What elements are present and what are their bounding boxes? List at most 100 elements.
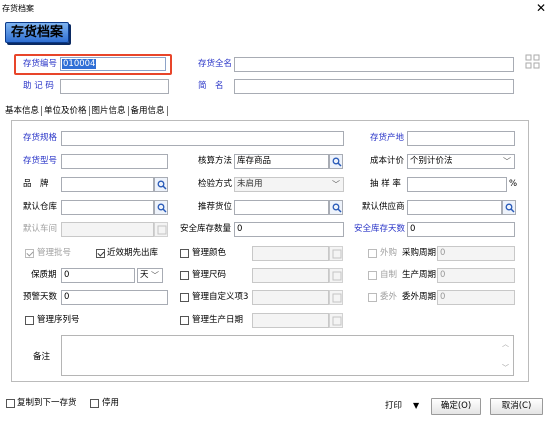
tab-divider (166, 105, 168, 116)
slot-lookup-button[interactable] (329, 200, 343, 215)
serial-checkbox[interactable] (25, 316, 34, 325)
serial-label: 管理序列号 (37, 315, 80, 325)
consign-checkbox[interactable] (368, 293, 377, 302)
inspect-mode-value: 未启用 (237, 179, 263, 189)
produce-cycle-label: 生产周期 (402, 270, 437, 280)
ok-button[interactable]: 确定(O) (431, 398, 481, 415)
tab-backup-info[interactable]: 备用信息 (130, 104, 166, 118)
origin-input[interactable] (407, 131, 515, 146)
tab-bar: 基本信息 单位及价格 图片信息 备用信息 (4, 104, 169, 118)
produce-cycle-input[interactable]: 0 (437, 268, 515, 283)
scroll-down-icon[interactable]: ﹀ (502, 363, 509, 373)
safe-stock-qty-input[interactable]: 0 (234, 222, 344, 237)
selfmade-checkbox[interactable] (368, 271, 377, 280)
default-workshop-input[interactable] (61, 222, 154, 237)
inspect-mode-select[interactable]: 未启用 ﹀ (234, 177, 344, 192)
safe-stock-qty-label: 安全库存数量 (180, 224, 232, 234)
default-warehouse-input[interactable] (61, 200, 154, 215)
grid-icon[interactable] (525, 54, 540, 69)
workshop-lookup-button[interactable] (154, 222, 168, 237)
copy-next-label: 复制到下一存货 (17, 398, 77, 408)
magnifier-icon (332, 157, 342, 167)
copy-next-checkbox[interactable] (6, 399, 15, 408)
ellipsis-icon (332, 293, 342, 303)
batch-checkbox[interactable] (25, 249, 34, 258)
magnifier-icon (157, 180, 167, 190)
ellipsis-icon (332, 271, 342, 281)
chevron-down-icon: ﹀ (151, 271, 159, 280)
print-dropdown-icon[interactable]: ▼ (413, 399, 419, 413)
supplier-lookup-button[interactable] (502, 200, 516, 215)
print-button[interactable]: 打印 (385, 399, 402, 413)
cost-method-select[interactable]: 个别计价法 ﹀ (407, 154, 515, 169)
shelf-unit-value: 天 (140, 270, 149, 280)
default-warehouse-label: 默认仓库 (23, 202, 58, 212)
shelf-unit-select[interactable]: 天 ﹀ (137, 268, 163, 283)
shelf-life-input[interactable]: 0 (61, 268, 135, 283)
brand-input[interactable] (61, 177, 154, 192)
tab-image-info[interactable]: 图片信息 (91, 104, 127, 118)
warehouse-lookup-button[interactable] (154, 200, 168, 215)
recommended-slot-label: 推荐货位 (198, 202, 233, 212)
custom-field-input[interactable] (252, 290, 329, 305)
production-date-input[interactable] (252, 313, 329, 328)
model-label: 存货型号 (23, 156, 58, 166)
title-bar: 存货档案 ✕ (0, 0, 554, 17)
default-supplier-input[interactable] (407, 200, 502, 215)
fifo-label: 近效期先出库 (107, 248, 159, 258)
color-input[interactable] (252, 246, 329, 261)
production-date-label: 管理生产日期 (192, 315, 244, 325)
warning-days-input[interactable]: 0 (61, 290, 168, 305)
tab-unit-price[interactable]: 单位及价格 (43, 104, 88, 118)
recommended-slot-input[interactable] (234, 200, 329, 215)
shelf-life-label: 保质期 (31, 270, 57, 280)
remark-label: 备注 (33, 352, 51, 362)
size-lookup-button[interactable] (329, 268, 343, 283)
custom-field-label: 管理自定义项3 (192, 292, 249, 302)
code-label: 存货编号 (23, 59, 58, 69)
brand-lookup-button[interactable] (154, 177, 168, 192)
mnemonic-input[interactable] (60, 79, 169, 94)
close-icon[interactable]: ✕ (536, 1, 546, 15)
warning-days-label: 预警天数 (23, 292, 58, 302)
outsource-label: 外购 (380, 248, 398, 258)
size-checkbox[interactable] (180, 271, 189, 280)
sample-rate-label: 抽 样 率 (370, 179, 401, 189)
purchase-cycle-input[interactable]: 0 (437, 246, 515, 261)
disable-checkbox[interactable] (90, 399, 99, 408)
safe-stock-days-input[interactable]: 0 (407, 222, 515, 237)
tab-divider (127, 105, 129, 116)
custom-field-checkbox[interactable] (180, 293, 189, 302)
consign-label: 委外 (380, 292, 398, 302)
model-input[interactable] (61, 154, 168, 169)
magnifier-icon (505, 203, 515, 213)
production-date-checkbox[interactable] (180, 316, 189, 325)
mnemonic-label: 助 记 码 (23, 81, 54, 91)
outsource-checkbox[interactable] (368, 249, 377, 258)
inspect-mode-label: 检验方式 (198, 179, 233, 189)
code-input[interactable]: 010004 (60, 57, 166, 71)
fifo-checkbox[interactable] (96, 249, 105, 258)
consign-cycle-input[interactable]: 0 (437, 290, 515, 305)
production-date-lookup-button[interactable] (329, 313, 343, 328)
spec-input[interactable] (61, 131, 344, 146)
sample-rate-input[interactable] (407, 177, 507, 192)
color-label: 管理颜色 (192, 248, 227, 258)
remark-textarea[interactable]: ︿ ﹀ (61, 335, 514, 376)
color-lookup-button[interactable] (329, 246, 343, 261)
custom-lookup-button[interactable] (329, 290, 343, 305)
short-name-input[interactable] (234, 79, 514, 94)
account-method-input[interactable]: 库存商品 (234, 154, 329, 169)
scroll-up-icon[interactable]: ︿ (502, 339, 509, 349)
color-checkbox[interactable] (180, 249, 189, 258)
tab-basic-info[interactable]: 基本信息 (4, 104, 40, 118)
size-input[interactable] (252, 268, 329, 283)
code-value: 010004 (62, 59, 97, 69)
window-title: 存货档案 (2, 4, 34, 13)
ellipsis-icon (332, 249, 342, 259)
batch-label: 管理批号 (37, 248, 72, 258)
fullname-input[interactable] (234, 57, 514, 72)
cost-method-label: 成本计价 (370, 156, 405, 166)
cancel-button[interactable]: 取消(C) (490, 398, 543, 415)
account-lookup-button[interactable] (329, 154, 343, 169)
